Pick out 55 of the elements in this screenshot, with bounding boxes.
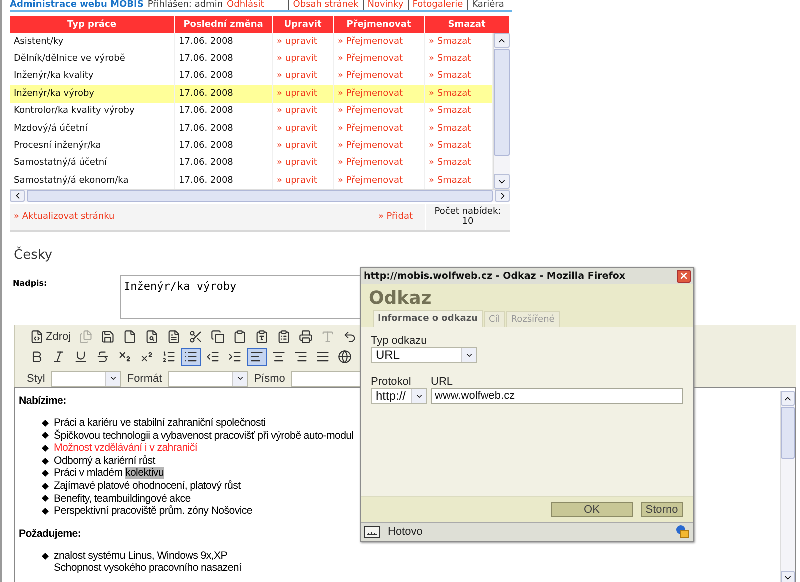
count-label: Počet nabídek: bbox=[434, 207, 502, 217]
url-field[interactable]: www.wolfweb.cz bbox=[431, 388, 683, 404]
add-link[interactable]: » Přidat bbox=[374, 212, 417, 222]
list-item: Benefity, teambuildingové akce bbox=[54, 492, 191, 506]
section-heading: Česky bbox=[14, 248, 54, 263]
status-text: Hotovo bbox=[388, 526, 424, 538]
field-label: Protokol bbox=[371, 376, 412, 388]
nav-link[interactable]: Kariéra bbox=[467, 0, 504, 10]
close-icon bbox=[679, 271, 689, 281]
list-item: Schopnost vysokého pracovního nasazení bbox=[54, 562, 242, 575]
source-button[interactable]: Zdroj bbox=[27, 328, 74, 346]
logout-link[interactable]: Odhlásit bbox=[227, 0, 264, 10]
list-item: znalost systému Linus, Windows 9x,XP bbox=[54, 550, 228, 562]
list-item: Perspektivní pracoviště prům. zóny Nošovice bbox=[54, 505, 252, 518]
globe-folder-icon bbox=[676, 525, 690, 539]
table-row[interactable]: Inženýr/ka výroby 17.06. 2008 » upravit » Přejmenovat » Smazat bbox=[10, 85, 493, 103]
nav-link[interactable]: Obsah stránek bbox=[288, 0, 359, 10]
field-label: Písmo bbox=[254, 372, 286, 384]
horizontal-scrollbar[interactable] bbox=[10, 189, 510, 202]
field-label: Nadpis: bbox=[13, 278, 48, 290]
caret-icon bbox=[236, 374, 245, 383]
list-item: Práci a kariéru ve stabilní zahraniční společnosti bbox=[54, 417, 266, 430]
list-item: Odborný a kariérní růst bbox=[54, 454, 156, 468]
count-value: 10 bbox=[462, 217, 474, 227]
link-type-dropdown[interactable]: URL bbox=[371, 347, 477, 363]
field-label: Typ odkazu bbox=[371, 335, 428, 347]
align-left-button[interactable] bbox=[247, 348, 267, 366]
content-heading: Požadujeme: bbox=[19, 528, 82, 540]
tab[interactable]: Informace o odkazu bbox=[373, 310, 483, 327]
nav-link[interactable]: Novinky bbox=[362, 0, 404, 10]
protocol-dropdown[interactable]: http:// bbox=[371, 388, 427, 404]
tab[interactable]: Cíl bbox=[484, 311, 506, 327]
bullet-list-button[interactable] bbox=[181, 348, 201, 366]
vertical-scrollbar[interactable] bbox=[780, 391, 795, 582]
close-button[interactable] bbox=[677, 270, 691, 282]
table-row[interactable]: Kontrolor/ka kvality výroby 17.06. 2008 » upravit » Přejmenovat » Smazat bbox=[10, 102, 493, 120]
nav-link[interactable]: Fotogalerie bbox=[408, 0, 464, 10]
dialog-heading: Odkaz bbox=[368, 287, 433, 310]
vertical-scrollbar[interactable] bbox=[493, 33, 510, 189]
tab[interactable]: Rozšířené bbox=[506, 311, 560, 327]
list-item: Práci v mladém kolektivu bbox=[54, 467, 164, 480]
field-label: URL bbox=[431, 376, 454, 388]
list-item: Špičkovou technologii a vybavenost pracovišť při výrobě auto-modul bbox=[54, 430, 354, 442]
ok-button[interactable]: OK bbox=[551, 502, 633, 517]
list-item: Možnost vzdělávání i v zahraničí bbox=[54, 442, 198, 455]
field-label: Styl bbox=[27, 372, 46, 384]
caret-icon bbox=[108, 374, 118, 383]
refresh-link[interactable]: » Aktualizovat stránku bbox=[10, 212, 119, 222]
field-label: Formát bbox=[127, 372, 162, 384]
login-status: Přihlášen: admin bbox=[148, 0, 224, 10]
status-panel-icon bbox=[364, 526, 380, 538]
cancel-button[interactable]: Storno bbox=[641, 502, 683, 517]
site-title: Administrace webu MOBIS bbox=[10, 0, 144, 10]
list-item: Zajímavé platové ohodnocení, platový růst bbox=[54, 480, 241, 493]
content-heading: Nabízime: bbox=[19, 395, 66, 407]
